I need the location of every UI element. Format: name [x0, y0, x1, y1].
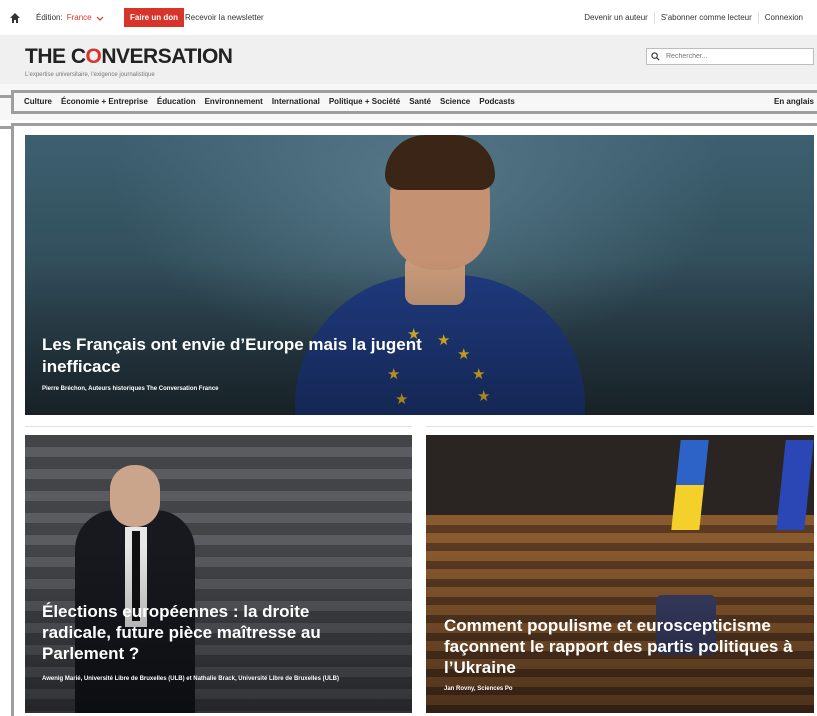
nav-item-culture[interactable]: Culture: [24, 97, 52, 106]
edition-value[interactable]: France: [67, 13, 92, 22]
edition-selector[interactable]: Édition: France: [36, 0, 104, 35]
divider: [25, 426, 412, 427]
divider: [426, 426, 814, 427]
logo-o: O: [85, 45, 102, 68]
top-utility-bar: Édition: France Faire un don Recevoir la…: [0, 0, 817, 36]
card-overlay: [25, 435, 412, 713]
nav-item-podcasts[interactable]: Podcasts: [479, 97, 515, 106]
hero-title[interactable]: Les Français ont envie d’Europe mais la …: [42, 334, 422, 378]
article-card[interactable]: Comment populisme et euroscepticisme faç…: [426, 435, 814, 713]
subscribe-link[interactable]: S'abonner comme lecteur: [653, 11, 758, 24]
nav-item-economie[interactable]: Économie + Entreprise: [61, 97, 148, 106]
english-edition-link[interactable]: En anglais: [774, 97, 814, 106]
nav-item-sante[interactable]: Santé: [409, 97, 431, 106]
nav-item-politique[interactable]: Politique + Société: [329, 97, 400, 106]
login-link[interactable]: Connexion: [757, 11, 809, 24]
donate-button[interactable]: Faire un don: [124, 8, 184, 27]
hero-byline: Pierre Bréchon, Auteurs historiques The …: [42, 386, 219, 392]
nav-item-environnement[interactable]: Environnement: [205, 97, 263, 106]
become-author-link[interactable]: Devenir un auteur: [578, 12, 654, 24]
search-box[interactable]: [646, 48, 814, 65]
article-byline: Jan Rovny, Sciences Po: [444, 686, 513, 692]
newsletter-link[interactable]: Recevoir la newsletter: [185, 0, 264, 35]
nav-item-international[interactable]: International: [272, 97, 320, 106]
article-card[interactable]: Élections européennes : la droite radica…: [25, 435, 412, 713]
article-title[interactable]: Élections européennes : la droite radica…: [42, 601, 382, 664]
account-links: Devenir un auteur S'abonner comme lecteu…: [578, 0, 809, 35]
logo-text-end: NVERSATION: [101, 45, 233, 68]
hero-article[interactable]: ★ ★ ★ ★ ★ ★ ★ Les Français ont envie d’E…: [25, 135, 814, 415]
search-input[interactable]: [664, 52, 808, 61]
nav-item-education[interactable]: Éducation: [157, 97, 196, 106]
edition-label: Édition:: [36, 13, 63, 22]
site-header: THE CONVERSATION L'expertise universitai…: [0, 35, 817, 85]
site-tagline: L'expertise universitaire, l'exigence jo…: [25, 72, 155, 78]
search-icon[interactable]: [651, 52, 660, 61]
article-title[interactable]: Comment populisme et euroscepticisme faç…: [444, 615, 804, 678]
site-logo[interactable]: THE CONVERSATION: [25, 45, 233, 69]
article-byline: Awenig Marié, Université Libre de Bruxel…: [42, 676, 339, 682]
chevron-down-icon[interactable]: [96, 14, 104, 22]
home-icon[interactable]: [8, 11, 22, 25]
nav-item-science[interactable]: Science: [440, 97, 470, 106]
logo-text-start: THE C: [25, 45, 86, 68]
section-nav: Culture Économie + Entreprise Éducation …: [24, 97, 515, 106]
